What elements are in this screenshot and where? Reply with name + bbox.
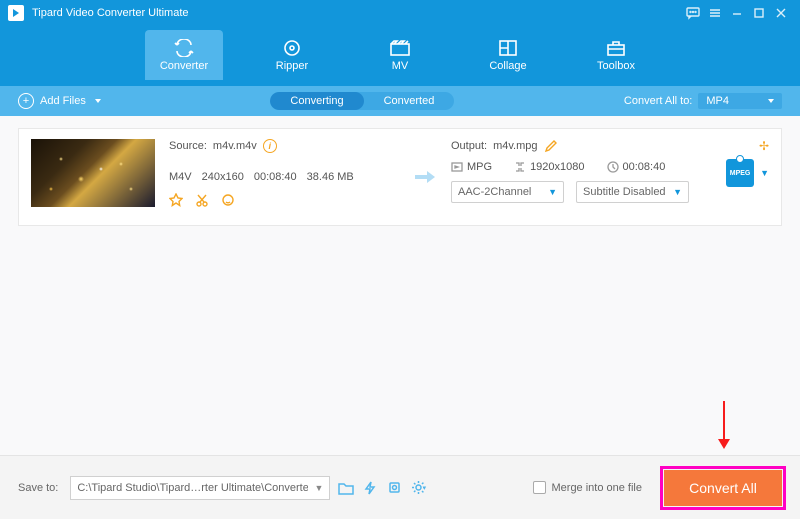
caret-down-icon[interactable]: ▼ [314,483,323,493]
convert-to-format[interactable]: MP4 [698,93,782,109]
app-logo [8,5,24,21]
add-files-button[interactable]: + Add Files [18,93,101,109]
converter-icon [173,39,195,57]
source-size: 38.46 MB [307,171,354,183]
collage-icon [497,39,519,57]
subtitle-select[interactable]: Subtitle Disabled▼ [576,181,689,203]
source-file: m4v.m4v [213,140,257,152]
format-value: MP4 [706,95,729,107]
source-ext: M4V [169,171,192,183]
source-res: 240x160 [202,171,244,183]
boost-icon[interactable] [362,480,378,496]
save-path-value: C:\Tipard Studio\Tipard…rter Ultimate\Co… [77,482,308,494]
mv-icon [389,39,411,57]
nav-label: Toolbox [597,60,635,72]
cut-icon[interactable] [195,193,209,207]
convert-all-button[interactable]: Convert All [664,470,782,506]
nav-mv[interactable]: MV [361,30,439,80]
output-file: m4v.mpg [493,140,537,152]
source-duration: 00:08:40 [254,171,297,183]
video-thumbnail[interactable] [31,139,155,207]
add-files-label: Add Files [40,95,86,107]
nav-toolbox[interactable]: Toolbox [577,30,655,80]
nav-label: MV [392,60,409,72]
output-res: 1920x1080 [530,161,584,173]
nav-converter[interactable]: Converter [145,30,223,80]
output-label: Output: [451,140,487,152]
caret-down-icon: ▼ [760,168,769,178]
menu-icon[interactable] [704,2,726,24]
arrow-icon [413,139,437,215]
output-ext: MPG [467,161,492,173]
audio-value: AAC-2Channel [458,186,531,198]
tab-converting[interactable]: Converting [270,92,363,110]
subtitle-value: Subtitle Disabled [583,186,666,198]
info-icon[interactable]: i [263,139,277,153]
nav-collage[interactable]: Collage [469,30,547,80]
maximize-icon[interactable] [748,2,770,24]
output-format-button[interactable]: MPEG ▼ [726,159,769,187]
ripper-icon [281,39,303,57]
save-to-label: Save to: [18,482,58,494]
nav-label: Ripper [276,60,308,72]
close-icon[interactable] [770,2,792,24]
toolbox-icon [605,39,627,57]
source-label: Source: [169,140,207,152]
gpu-icon[interactable] [386,480,402,496]
settings-icon[interactable]: ▾ [410,480,426,496]
nav-label: Converter [160,60,208,72]
merge-label: Merge into one file [552,482,643,494]
folder-icon[interactable] [338,480,354,496]
caret-down-icon [95,99,101,103]
enhance-icon[interactable] [221,193,235,207]
nav-ripper[interactable]: Ripper [253,30,331,80]
annotation-arrow [723,401,725,441]
merge-checkbox[interactable] [533,481,546,494]
audio-select[interactable]: AAC-2Channel▼ [451,181,564,203]
output-duration: 00:08:40 [623,161,666,173]
caret-down-icon [768,99,774,103]
edit-icon[interactable] [544,139,558,153]
nav-label: Collage [489,60,526,72]
move-icon[interactable]: ✢ [759,139,769,153]
save-path-input[interactable]: C:\Tipard Studio\Tipard…rter Ultimate\Co… [70,476,330,500]
convert-to-label: Convert All to: [624,95,692,107]
format-badge: MPEG [726,159,754,187]
plus-icon: + [18,93,34,109]
tab-converted[interactable]: Converted [364,92,455,110]
star-icon[interactable] [169,193,183,207]
feedback-icon[interactable] [682,2,704,24]
app-title: Tipard Video Converter Ultimate [32,7,189,19]
minimize-icon[interactable] [726,2,748,24]
media-item: Source: m4v.m4v i M4V 240x160 00:08:40 3… [18,128,782,226]
